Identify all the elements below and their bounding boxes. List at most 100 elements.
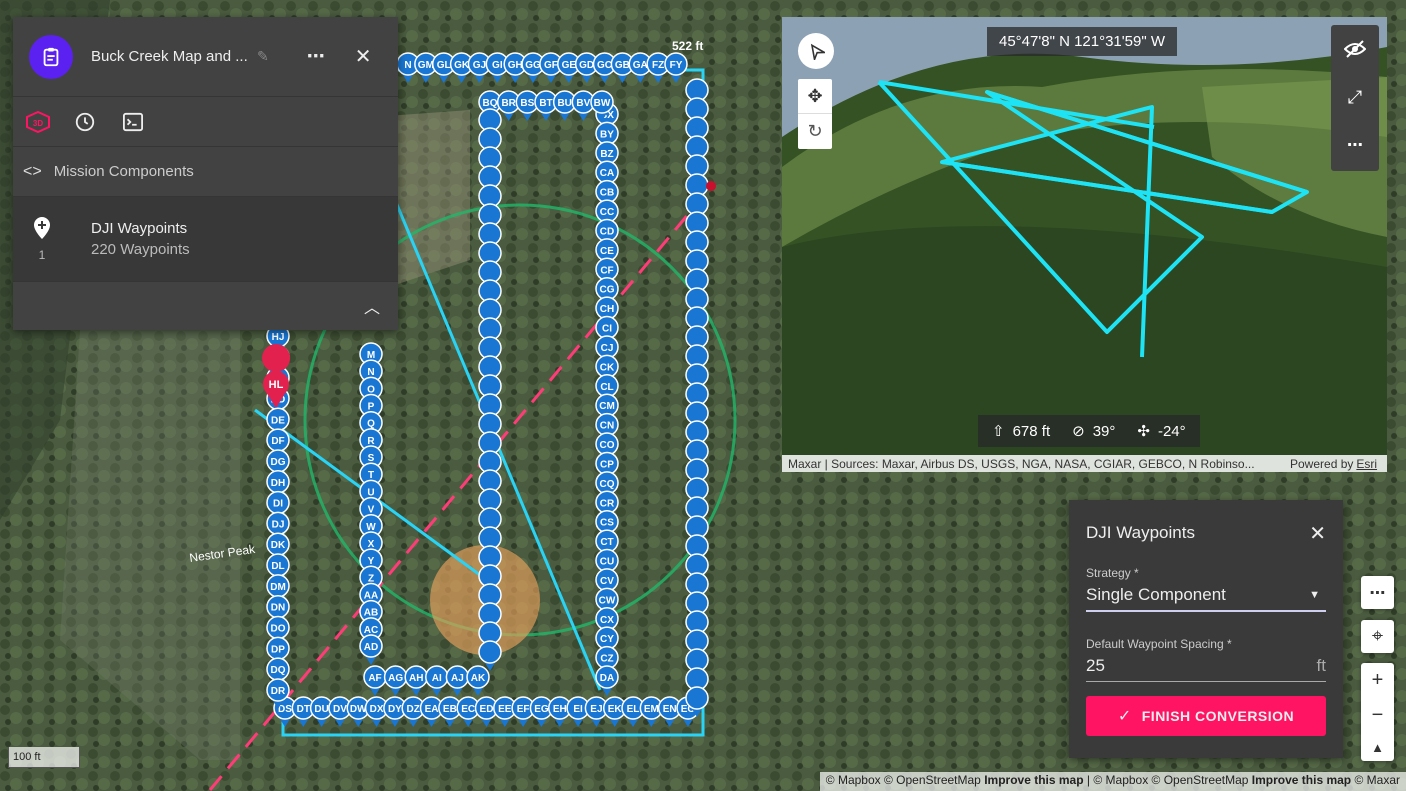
waypoint-label: AH bbox=[409, 673, 423, 684]
waypoint-dot[interactable] bbox=[706, 181, 716, 191]
rotate-icon[interactable]: ↻ bbox=[798, 113, 832, 148]
waypoint-label: Y bbox=[368, 556, 375, 567]
component-list-item[interactable]: 1 DJI Waypoints 220 Waypoints bbox=[13, 197, 398, 282]
finish-button-label: FINISH CONVERSION bbox=[1141, 708, 1295, 724]
home-marker-label: HL bbox=[269, 379, 284, 391]
waypoint-label: CT bbox=[600, 537, 613, 548]
hide-eye-icon[interactable] bbox=[1331, 25, 1379, 73]
waypoint-label: DH bbox=[271, 478, 285, 489]
fullscreen-icon[interactable]: ⤢ bbox=[1331, 73, 1379, 121]
waypoint-label: CU bbox=[600, 557, 614, 568]
waypoint-label: CP bbox=[600, 459, 614, 470]
waypoint-label: CO bbox=[600, 440, 615, 451]
waypoint-label: CZ bbox=[600, 654, 613, 665]
dropdown-arrow-icon: ▼ bbox=[1309, 589, 1320, 601]
more-options-icon[interactable]: ⋯ bbox=[307, 46, 325, 67]
altitude-icon: ⇧ bbox=[992, 423, 1005, 440]
close-icon[interactable]: ✕ bbox=[1309, 521, 1326, 546]
waypoint-label: Q bbox=[367, 419, 375, 430]
waypoint-label: N bbox=[404, 60, 411, 71]
3d-view[interactable]: 45°47'8" N 121°31'59" W ✥ ↻ ⤢ ⋯ ⇧ 678 ft… bbox=[782, 17, 1387, 472]
spacing-input[interactable]: 25 ft bbox=[1086, 651, 1326, 682]
waypoint-label: DT bbox=[297, 704, 310, 715]
camera-stats: ⇧ 678 ft ⊘ 39° ✣ -24° bbox=[978, 415, 1200, 447]
waypoint-label: CI bbox=[602, 324, 612, 335]
close-icon[interactable]: ✕ bbox=[355, 44, 372, 69]
waypoint-label: DM bbox=[270, 582, 286, 593]
scale-bar: 100 ft bbox=[8, 747, 80, 768]
waypoint-label: AJ bbox=[451, 673, 464, 684]
waypoint-label: P bbox=[368, 402, 375, 413]
map-more-button[interactable]: ⋯ bbox=[1361, 576, 1394, 609]
waypoint-label: CD bbox=[600, 226, 614, 237]
waypoint-label: Z bbox=[368, 573, 374, 584]
waypoint-label: EN bbox=[663, 704, 677, 715]
code-brackets-icon: <> bbox=[23, 162, 42, 180]
check-icon: ✓ bbox=[1117, 708, 1132, 725]
waypoint-label: GG bbox=[525, 60, 541, 71]
north-reset-icon[interactable]: ▲ bbox=[1371, 740, 1384, 755]
waypoint-label: AI bbox=[432, 673, 442, 684]
3d-mode-icon[interactable]: 3D bbox=[25, 110, 51, 133]
waypoint-label: EE bbox=[498, 704, 512, 715]
waypoint-label: DU bbox=[314, 704, 328, 715]
locate-button[interactable]: ⌖ bbox=[1361, 620, 1394, 653]
top-altitude-label: 522 ft bbox=[672, 39, 703, 53]
attribution-text-2: | © Mapbox © OpenStreetMap bbox=[1083, 773, 1252, 787]
waypoint-label: W bbox=[366, 522, 376, 533]
waypoint-label: DR bbox=[271, 686, 286, 697]
improve-map-link-2[interactable]: Improve this map bbox=[1252, 773, 1351, 787]
waypoint-label: EC bbox=[461, 704, 475, 715]
imagery-attribution: Maxar | Sources: Maxar, Airbus DS, USGS,… bbox=[788, 456, 1255, 471]
coordinates-readout: 45°47'8" N 121°31'59" W bbox=[987, 27, 1177, 56]
waypoint-label: DS bbox=[278, 704, 292, 715]
edit-icon[interactable]: ✎ bbox=[257, 48, 269, 65]
waypoint-label: DO bbox=[271, 624, 286, 635]
mission-title[interactable]: Buck Creek Map and ... bbox=[91, 48, 251, 65]
mission-panel: Buck Creek Map and ... ✎ ⋯ ✕ 3D <> Missi… bbox=[13, 17, 398, 330]
waypoint-label: GD bbox=[579, 60, 594, 71]
component-name: DJI Waypoints bbox=[91, 220, 188, 237]
waypoint-label: CJ bbox=[601, 343, 614, 354]
waypoint-label: BV bbox=[576, 98, 590, 109]
waypoint-label: EM bbox=[644, 704, 659, 715]
component-subtitle: 220 Waypoints bbox=[91, 241, 190, 258]
esri-link[interactable]: Esri bbox=[1356, 457, 1377, 471]
waypoint-label: DE bbox=[271, 415, 285, 426]
waypoint-label: X bbox=[368, 539, 375, 550]
pan-move-icon[interactable]: ✥ bbox=[798, 79, 832, 113]
mission-avatar[interactable] bbox=[29, 34, 73, 79]
waypoint-label: EH bbox=[553, 704, 567, 715]
waypoint-label: AB bbox=[364, 608, 378, 619]
waypoint-label: DX bbox=[370, 704, 384, 715]
zoom-in-icon[interactable]: + bbox=[1372, 669, 1384, 692]
zoom-out-icon[interactable]: − bbox=[1372, 704, 1384, 727]
waypoint-label: M bbox=[367, 350, 375, 361]
component-count: 1 bbox=[38, 247, 46, 262]
collapse-chevron-up-icon[interactable]: ︿ bbox=[364, 294, 380, 318]
waypoint-label: DI bbox=[273, 499, 283, 510]
clipboard-icon bbox=[43, 47, 59, 66]
waypoint-label: BR bbox=[501, 98, 516, 109]
waypoint-label: CG bbox=[600, 285, 615, 296]
spacing-value: 25 bbox=[1086, 656, 1105, 675]
history-clock-icon[interactable] bbox=[73, 110, 97, 134]
waypoint-label: GF bbox=[544, 60, 558, 71]
waypoint-label: CL bbox=[600, 382, 613, 393]
terminal-icon[interactable] bbox=[121, 110, 145, 134]
compass-button[interactable] bbox=[798, 33, 834, 69]
waypoint-label: DK bbox=[271, 540, 286, 551]
waypoint-label: EG bbox=[534, 704, 549, 715]
waypoint-label: DV bbox=[333, 704, 347, 715]
waypoint-label: CB bbox=[600, 188, 614, 199]
more-options-icon[interactable]: ⋯ bbox=[1331, 121, 1379, 169]
waypoint-label: T bbox=[368, 470, 374, 481]
finish-conversion-button[interactable]: ✓ FINISH CONVERSION bbox=[1086, 696, 1326, 736]
waypoint-label: BS bbox=[520, 98, 534, 109]
waypoint-label: DJ bbox=[272, 519, 285, 530]
nav-controls: ✥ ↻ bbox=[798, 79, 832, 149]
strategy-select[interactable]: Single Component ▼ bbox=[1086, 580, 1326, 612]
waypoint-label: CV bbox=[600, 576, 614, 587]
mission-components-header[interactable]: <> Mission Components bbox=[13, 147, 398, 197]
improve-map-link[interactable]: Improve this map bbox=[984, 773, 1083, 787]
